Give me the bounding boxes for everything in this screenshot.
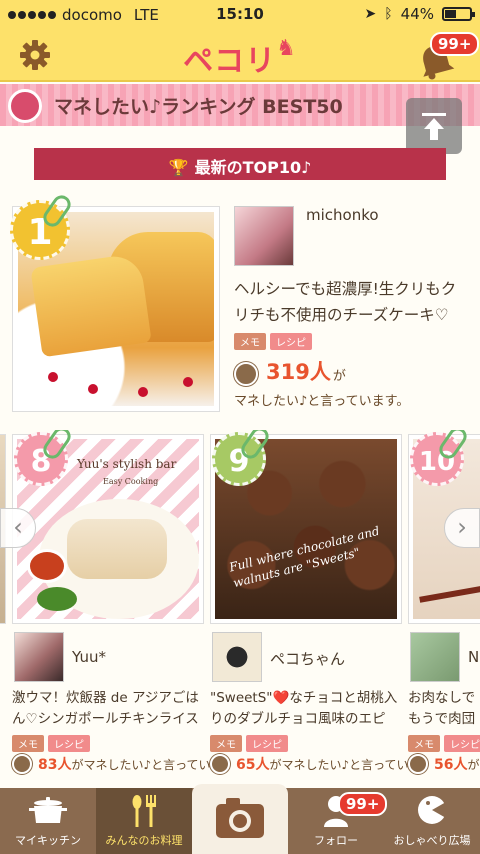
chopsticks xyxy=(419,581,480,603)
chevron-right-icon: › xyxy=(457,513,467,541)
card-tags: メモ レシピ xyxy=(210,733,292,752)
tab-label: みんなのお料理 xyxy=(105,834,183,847)
card-tags: メモ レシピ xyxy=(12,733,94,752)
top10-label: 最新のTOP10♪ xyxy=(194,158,312,177)
featured-recipe-title[interactable]: ヘルシーでも超濃厚!生クリもクリチも不使用のチーズケーキ♡ xyxy=(234,276,466,328)
avatar[interactable] xyxy=(410,632,460,682)
tab-camera[interactable] xyxy=(192,784,288,854)
recipe-tag: レシピ xyxy=(270,333,312,350)
scroll-to-top-button[interactable] xyxy=(406,98,462,154)
recipe-tag: レシピ xyxy=(246,735,288,752)
battery-percent: 44% xyxy=(400,5,434,23)
card-recipe-title[interactable]: "SweetS"❤️なチョコと胡桃入りのダブルチョコ風味のエピ xyxy=(210,688,406,730)
top10-ribbon: 🏆 最新のTOP10♪ xyxy=(34,148,446,180)
card-tags: メモ レシピ xyxy=(408,733,480,752)
memo-tag: メモ xyxy=(12,735,44,752)
photo-caption: Full where chocolate and walnuts are "Sw… xyxy=(227,523,381,591)
photo-subcaption: Easy Cooking xyxy=(103,477,159,486)
battery-fill xyxy=(445,10,456,18)
tab-chat-plaza[interactable]: おしゃべり広場 xyxy=(384,788,480,854)
cherry-pattern xyxy=(48,372,58,382)
cherry-pattern xyxy=(183,377,193,387)
pot-icon xyxy=(29,797,67,823)
follow-badge: 99+ xyxy=(338,792,388,816)
memo-tag: メモ xyxy=(234,333,266,350)
trophy-icon: 🏆 xyxy=(168,158,189,177)
spoon-fork-icon xyxy=(132,795,156,827)
mane-icon xyxy=(12,754,32,774)
mane-count: 56人 xyxy=(434,757,468,773)
featured-username[interactable]: michonko xyxy=(306,206,379,224)
avatar[interactable] xyxy=(234,206,294,266)
carousel-next-button[interactable]: › xyxy=(444,508,480,548)
mane-count: 319人 xyxy=(266,360,331,384)
mane-text: がマネしたい♪と言ってい xyxy=(269,757,409,772)
sauce-bowl xyxy=(27,549,67,583)
app-header: ペコリ♞ 99+ xyxy=(0,30,480,82)
mane-text: が xyxy=(467,757,480,772)
chat-icon xyxy=(418,796,446,824)
notification-badge: 99+ xyxy=(430,32,480,56)
notification-button[interactable]: 99+ xyxy=(416,32,480,80)
card-mane-count: 83人 がマネしたい♪と言ってい xyxy=(12,754,211,774)
photo-caption: Yuu's stylish bar xyxy=(77,457,177,471)
avatar[interactable] xyxy=(14,632,64,682)
mane-count: 83人 xyxy=(38,757,72,773)
chicken xyxy=(67,519,167,579)
location-icon: ➤ xyxy=(364,6,377,22)
tab-label: フォロー xyxy=(314,834,358,847)
mane-icon xyxy=(8,89,42,123)
recipe-card[interactable]: 10 N お肉なしでもうで肉団子風 メモレシピ 56人 が xyxy=(408,430,480,786)
bluetooth-icon: ᛒ xyxy=(384,6,393,22)
featured-mane-text: マネしたい♪と言っています。 xyxy=(234,394,410,409)
memo-tag: メモ xyxy=(408,735,440,752)
recipe-card[interactable]: Yuu's stylish bar Easy Cooking 8 Yuu* 激ウ… xyxy=(12,430,211,786)
mane-icon xyxy=(408,754,428,774)
avatar[interactable] xyxy=(212,632,262,682)
recipe-tag: レシピ xyxy=(444,735,480,752)
tab-follow[interactable]: 99+ フォロー xyxy=(288,788,388,854)
mane-icon xyxy=(210,754,230,774)
cherry-pattern xyxy=(88,384,98,394)
card-recipe-title[interactable]: 激ウマ！炊飯器 de アジアごはん♡シンガポールチキンライス xyxy=(12,688,208,730)
greens xyxy=(37,587,77,611)
tab-my-kitchen[interactable]: マイキッチン xyxy=(0,788,96,854)
recipe-card[interactable]: Full where chocolate and walnuts are "Sw… xyxy=(210,430,409,786)
featured-mane-count: 319人 が xyxy=(234,356,346,386)
app-logo: ペコリ♞ xyxy=(183,36,297,79)
rooster-icon: ♞ xyxy=(276,36,297,61)
tab-label: おしゃべり広場 xyxy=(393,834,471,847)
camera-icon xyxy=(216,798,264,838)
ranking-carousel[interactable]: Yuu's stylish bar Easy Cooking 8 Yuu* 激ウ… xyxy=(0,430,480,786)
mane-icon xyxy=(234,362,258,386)
card-recipe-title[interactable]: お肉なしでもうで肉団子風 xyxy=(408,688,480,730)
status-bar: docomo LTE 15:10 ➤ ᛒ 44% xyxy=(0,0,480,30)
recipe-tag: レシピ xyxy=(48,735,90,752)
ranking-title: マネしたい♪ランキング BEST50 xyxy=(54,96,343,118)
tab-everyones-dishes[interactable]: みんなのお料理 xyxy=(96,788,192,854)
card-username[interactable]: N xyxy=(468,648,479,666)
cake-slice xyxy=(30,252,152,358)
cherry-pattern xyxy=(138,387,148,397)
card-username[interactable]: ペコちゃん xyxy=(270,648,345,669)
card-username[interactable]: Yuu* xyxy=(72,648,106,666)
battery-icon xyxy=(442,7,475,21)
card-mane-count: 65人 がマネしたい♪と言ってい xyxy=(210,754,409,774)
mane-text: がマネしたい♪と言ってい xyxy=(71,757,211,772)
card-mane-count: 56人 が xyxy=(408,754,480,774)
upload-arrow-icon xyxy=(422,113,446,140)
mane-count-suffix: が xyxy=(332,369,346,384)
tab-label: マイキッチン xyxy=(15,834,81,847)
memo-tag: メモ xyxy=(210,735,242,752)
mane-count: 65人 xyxy=(236,757,270,773)
chevron-left-icon: ‹ xyxy=(13,513,23,541)
featured-tags: メモ レシピ xyxy=(234,331,316,350)
